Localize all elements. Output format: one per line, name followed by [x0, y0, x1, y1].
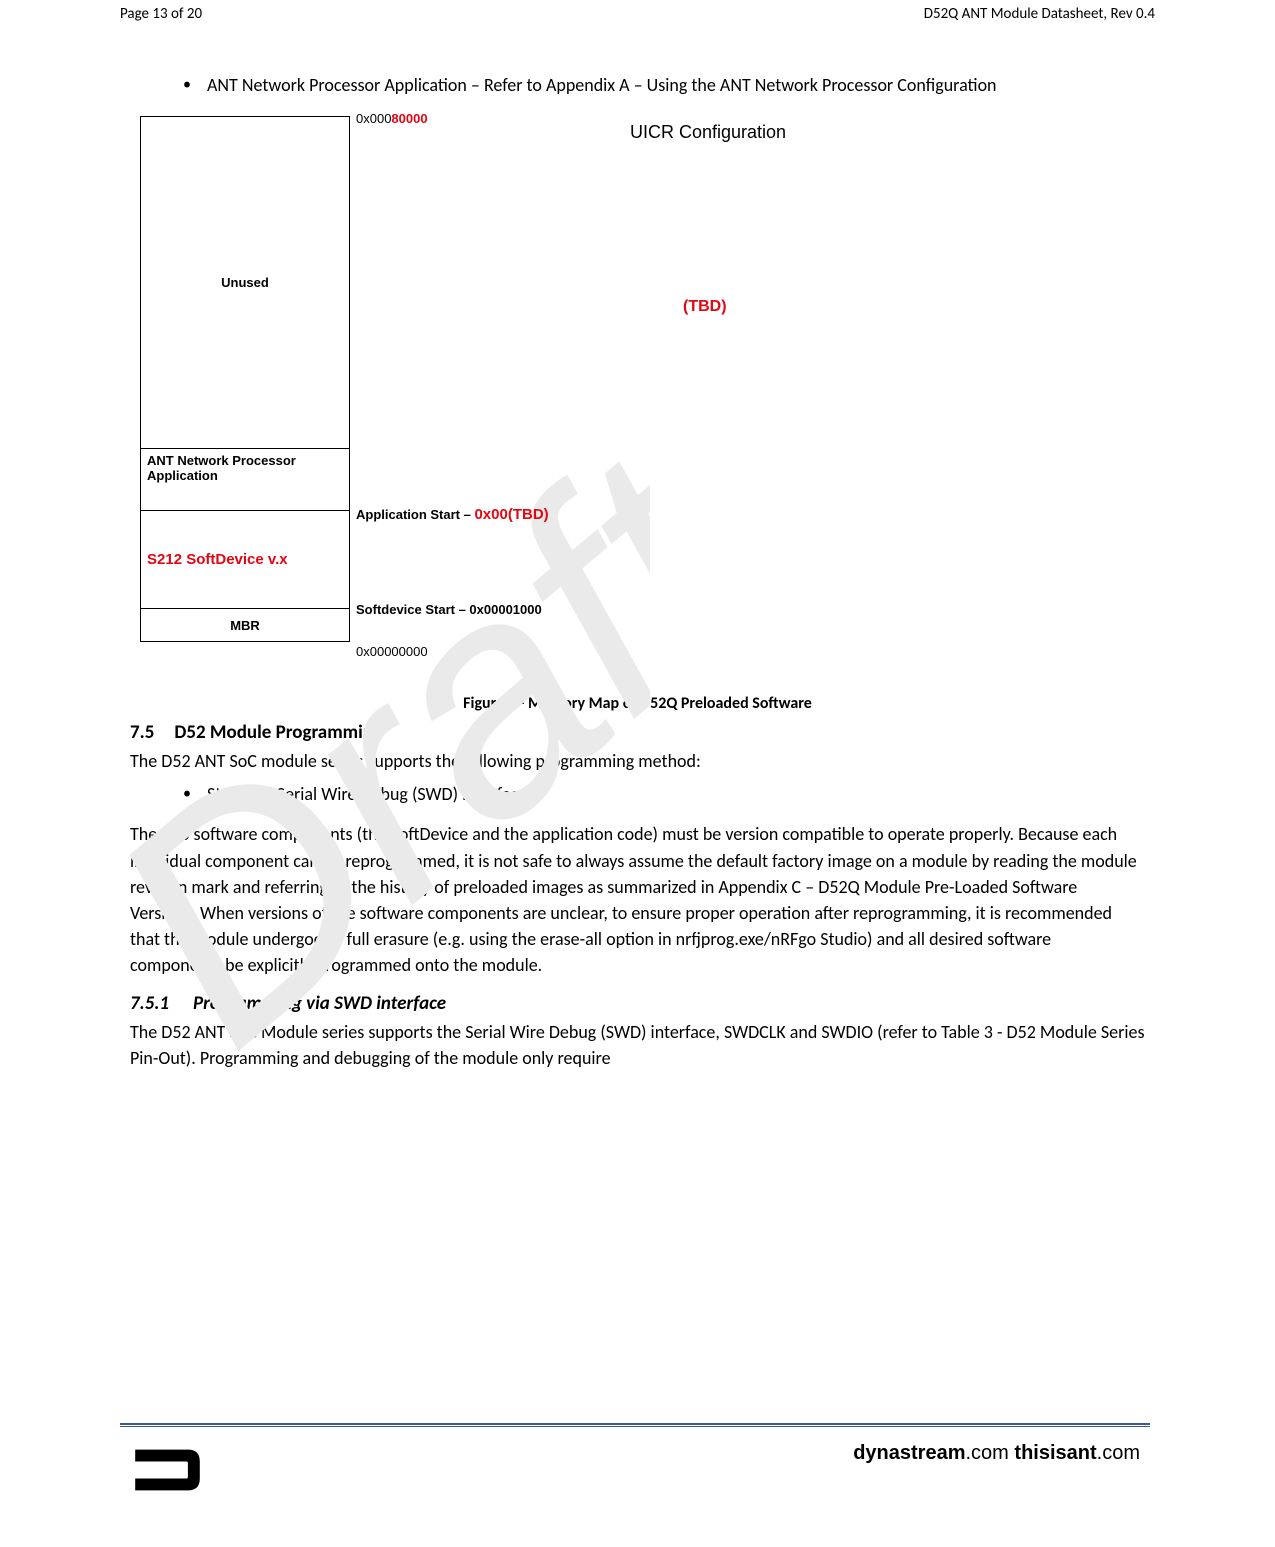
addr-bottom-text: 0x00000000	[356, 644, 428, 659]
figure-caption: Figure 7 - Memory Map of D52Q Preloaded …	[130, 694, 1145, 713]
mem-row-softdevice: S212 SoftDevice v.x	[141, 511, 349, 609]
addr-top: 0x00080000	[356, 111, 428, 126]
section-7-5-para2: The two software components (the SoftDev…	[130, 821, 1145, 978]
intro-bullet-item: • ANT Network Processor Application – Re…	[130, 73, 1145, 98]
section-7-5-bullet: • Standard Serial Wire Debug (SWD) inter…	[130, 782, 1145, 807]
page-content: Draft • ANT Network Processor Applicatio…	[0, 23, 1275, 1071]
page-number: Page 13 of 20	[120, 5, 202, 23]
section-7-5-heading: 7.5 D52 Module Programming	[130, 721, 1145, 744]
footer-rule	[120, 1423, 1150, 1427]
mem-row-unused: Unused	[141, 117, 349, 449]
addr-sd-start: Softdevice Start – 0x00001000	[356, 602, 542, 617]
section-7-5-bullet-text: Standard Serial Wire Debug (SWD) interfa…	[207, 782, 527, 807]
page-footer: dynastream.com thisisant.com	[125, 1432, 1140, 1502]
intro-bullet-text: ANT Network Processor Application – Refe…	[207, 73, 997, 98]
mem-mbr-label: MBR	[230, 618, 260, 633]
mem-ant-app-label: ANT Network Processor Application	[147, 453, 343, 483]
bullet-dot-icon: •	[183, 782, 193, 807]
addr-bottom: 0x00000000	[356, 644, 428, 659]
addr-app-start: Application Start – 0x00(TBD)	[356, 506, 549, 523]
addr-sd-start-text: Softdevice Start – 0x00001000	[356, 602, 542, 617]
doc-title: D52Q ANT Module Datasheet, Rev 0.4	[924, 5, 1155, 23]
memory-table: Unused ANT Network Processor Application…	[140, 116, 350, 642]
mem-softdevice-label: S212 SoftDevice v.x	[147, 551, 288, 568]
section-7-5-1-title: Programming via SWD interface	[193, 992, 446, 1015]
addr-top-prefix: 0x000	[356, 111, 391, 126]
uicr-label: UICR Configuration	[630, 122, 786, 143]
section-7-5-1-heading: 7.5.1 Programming via SWD interface	[130, 992, 1145, 1015]
addr-app-start-red: 0x00(TBD)	[474, 506, 548, 523]
footer-link-thisisant: thisisant	[1014, 1442, 1096, 1464]
tbd-label: (TBD)	[683, 298, 727, 316]
mem-unused-label: Unused	[221, 275, 269, 290]
bullet-dot-icon: •	[183, 73, 193, 98]
footer-links: dynastream.com thisisant.com	[853, 1442, 1140, 1465]
footer-logo-icon	[125, 1432, 210, 1502]
footer-link-dynastream: dynastream	[853, 1442, 965, 1464]
page-header: Page 13 of 20 D52Q ANT Module Datasheet,…	[0, 0, 1275, 23]
mem-row-ant-app: ANT Network Processor Application	[141, 449, 349, 511]
section-7-5-para1: The D52 ANT SoC module series supports t…	[130, 748, 1145, 774]
section-7-5-num: 7.5	[130, 721, 154, 744]
mem-row-mbr: MBR	[141, 609, 349, 641]
memory-map-figure: Unused ANT Network Processor Application…	[130, 108, 1145, 672]
addr-app-start-prefix: Application Start –	[356, 507, 474, 522]
section-7-5-1-num: 7.5.1	[130, 992, 169, 1015]
addr-top-red: 80000	[391, 111, 427, 126]
footer-link-dynastream-suffix: .com	[966, 1442, 1015, 1464]
section-7-5-1-para1: The D52 ANT SoC Module series supports t…	[130, 1019, 1145, 1071]
section-7-5-title: D52 Module Programming	[174, 721, 382, 744]
footer-link-thisisant-suffix: .com	[1097, 1442, 1140, 1464]
